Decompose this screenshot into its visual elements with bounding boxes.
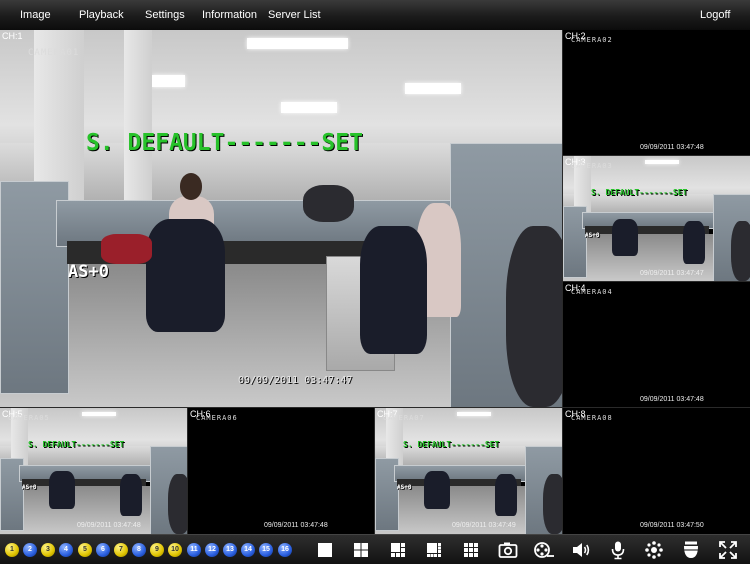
camera-timestamp: 09/09/2011 03:47:48: [640, 396, 704, 403]
top-menu-bar: Image Playback Settings Information Serv…: [0, 0, 750, 31]
camera-feed-scene: [0, 30, 562, 407]
channel-button-13[interactable]: 13: [223, 543, 237, 557]
camera-name: CAMERA08: [571, 414, 613, 422]
menu-settings[interactable]: Settings: [145, 0, 185, 30]
channel-button-12[interactable]: 12: [205, 543, 219, 557]
camera-name: CAMERA05: [8, 414, 50, 422]
camera-timestamp: 09/09/2011 03:47:50: [640, 522, 704, 529]
camera-name: CAMERA01: [28, 48, 80, 58]
dome-camera-icon[interactable]: [680, 539, 702, 561]
channel-button-14[interactable]: 14: [241, 543, 255, 557]
camera-timestamp: 09/09/2011 03:47:48: [77, 522, 141, 529]
osd-sub-text: AS+0: [22, 484, 37, 491]
fullscreen-icon[interactable]: [717, 539, 739, 561]
osd-status-text: S. DEFAULT-------SET: [28, 440, 125, 449]
layout-8-icon[interactable]: [423, 539, 445, 561]
channel-button-1[interactable]: 1: [5, 543, 19, 557]
camera-feed-scene: [375, 408, 562, 534]
video-tile-ch6[interactable]: CH:6 CAMERA06 09/09/2011 03:47:48: [188, 408, 374, 534]
video-tile-ch8[interactable]: CH:8 CAMERA08 09/09/2011 03:47:50: [563, 408, 750, 534]
channel-button-4[interactable]: 4: [59, 543, 73, 557]
channel-button-5[interactable]: 5: [78, 543, 92, 557]
camera-timestamp: 09/09/2011 03:47:49: [452, 522, 516, 529]
snapshot-camera-icon[interactable]: [497, 539, 519, 561]
video-grid: CH:1 CAMERA01 S. DEFAULT-------SET AS+0 …: [0, 30, 750, 534]
camera-timestamp: 09/09/2011 03:47:48: [264, 522, 328, 529]
osd-status-text: S. DEFAULT-------SET: [403, 440, 500, 449]
channel-button-9[interactable]: 9: [150, 543, 164, 557]
layout-1-icon[interactable]: [314, 539, 336, 561]
video-tile-ch7[interactable]: CH:7 CAMERA07 S. DEFAULT-------SET AS+0 …: [375, 408, 562, 534]
camera-name: CAMERA04: [571, 288, 613, 296]
channel-button-11[interactable]: 11: [187, 543, 201, 557]
osd-status-text: S. DEFAULT-------SET: [86, 130, 363, 156]
camera-feed-scene: [563, 156, 750, 281]
channel-button-8[interactable]: 8: [132, 543, 146, 557]
menu-playback[interactable]: Playback: [79, 0, 124, 30]
camera-feed-scene: [0, 408, 187, 534]
channel-button-2[interactable]: 2: [23, 543, 37, 557]
video-tile-ch4[interactable]: CH:4 CAMERA04 09/09/2011 03:47:48: [563, 282, 750, 407]
camera-name: CAMERA03: [571, 162, 613, 170]
bottom-toolbar: 1 2 3 4 5 6 7 8 9 10 11 12 13 14 15 16: [0, 534, 750, 564]
microphone-icon[interactable]: [607, 539, 629, 561]
channel-button-6[interactable]: 6: [96, 543, 110, 557]
osd-sub-text: AS+0: [585, 232, 600, 239]
video-tile-ch5[interactable]: CH:5 CAMERA05 S. DEFAULT-------SET AS+0 …: [0, 408, 187, 534]
camera-timestamp: 09/09/2011 03:47:47: [238, 375, 353, 386]
ptz-control-icon[interactable]: [643, 539, 665, 561]
record-film-icon[interactable]: [533, 539, 555, 561]
camera-name: CAMERA07: [383, 414, 425, 422]
camera-name: CAMERA06: [196, 414, 238, 422]
osd-sub-text: AS+0: [68, 262, 109, 282]
layout-9-icon[interactable]: [460, 539, 482, 561]
camera-timestamp: 09/09/2011 03:47:47: [640, 270, 704, 277]
layout-6-icon[interactable]: [387, 539, 409, 561]
osd-sub-text: AS+0: [397, 484, 412, 491]
video-tile-ch1[interactable]: CH:1 CAMERA01 S. DEFAULT-------SET AS+0 …: [0, 30, 562, 407]
menu-server-list[interactable]: Server List: [268, 0, 321, 30]
menu-information[interactable]: Information: [202, 0, 257, 30]
layout-4-icon[interactable]: [350, 539, 372, 561]
camera-timestamp: 09/09/2011 03:47:48: [640, 144, 704, 151]
video-tile-ch2[interactable]: CH:2 CAMERA02 09/09/2011 03:47:48: [563, 30, 750, 155]
speaker-icon[interactable]: [570, 539, 592, 561]
menu-logoff[interactable]: Logoff: [700, 0, 730, 30]
channel-button-3[interactable]: 3: [41, 543, 55, 557]
channel-button-16[interactable]: 16: [278, 543, 292, 557]
channel-button-10[interactable]: 10: [168, 543, 182, 557]
channel-button-15[interactable]: 15: [259, 543, 273, 557]
channel-button-7[interactable]: 7: [114, 543, 128, 557]
osd-status-text: S. DEFAULT-------SET: [591, 188, 688, 197]
channel-label: CH:1: [2, 31, 23, 41]
video-tile-ch3[interactable]: CH:3 CAMERA03 S. DEFAULT-------SET AS+0 …: [563, 156, 750, 281]
menu-image[interactable]: Image: [20, 0, 51, 30]
camera-name: CAMERA02: [571, 36, 613, 44]
